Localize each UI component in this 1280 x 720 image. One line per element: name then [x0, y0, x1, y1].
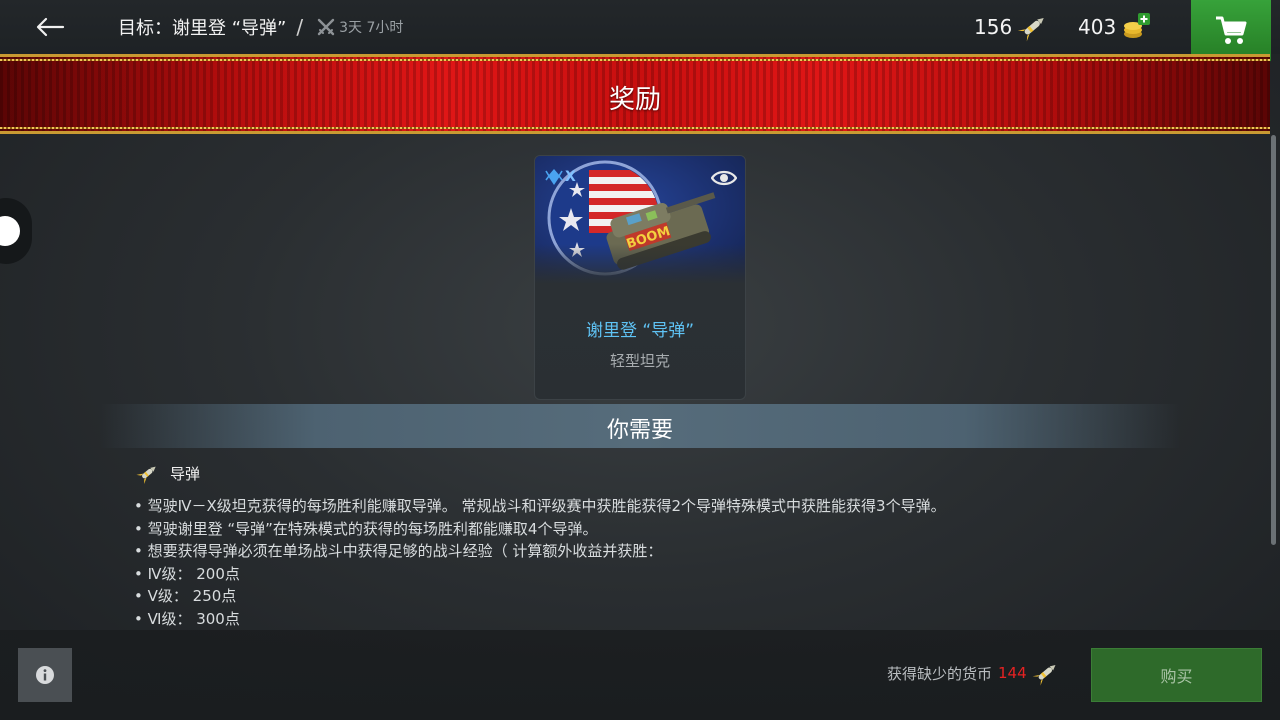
- requirements-header: 你需要: [100, 404, 1180, 448]
- handle-dot: [0, 216, 20, 246]
- requirement-line: • 想要获得导弹必须在单场战斗中获得足够的战斗经验（ 计算额外收益并获胜：: [134, 542, 663, 560]
- shopping-cart-icon: [1216, 16, 1247, 44]
- top-bar: 目标：谢里登 “导弹” / 3天 7小时 156 403: [0, 0, 1280, 54]
- missing-currency: 获得缺少的货币 144: [887, 658, 1061, 688]
- tier-badge: X: [543, 168, 576, 186]
- missile-icon: [136, 466, 156, 485]
- requirements-title: 你需要: [606, 418, 673, 443]
- reward-card[interactable]: BOOM X 谢里登 “导弹” 轻型坦克: [534, 155, 746, 400]
- requirement-item: 导弹: [136, 461, 200, 485]
- breadcrumb-separator: /: [296, 15, 304, 39]
- preview-button[interactable]: [710, 168, 738, 188]
- missiles-count: 156: [974, 15, 1013, 39]
- page-title: 奖励: [608, 85, 661, 115]
- eye-icon: [710, 170, 738, 186]
- info-icon: [36, 666, 54, 684]
- info-button[interactable]: [18, 648, 72, 702]
- rewards-banner: 奖励: [0, 54, 1270, 134]
- back-button[interactable]: [26, 10, 74, 44]
- missiles-balance[interactable]: 156: [974, 10, 1050, 44]
- goal-label: 目标：谢里登 “导弹”: [118, 18, 287, 39]
- bottom-bar: [0, 630, 1280, 720]
- crossed-swords-icon: [317, 18, 335, 36]
- buy-button[interactable]: 购买: [1091, 648, 1262, 702]
- requirement-item-label: 导弹: [170, 464, 201, 483]
- requirement-line: • 驾驶谢里登 “导弹”在特殊模式的获得的每场胜利都能赚取4个导弹。: [134, 519, 598, 538]
- requirement-line: • Ⅵ级： 300点: [134, 609, 240, 628]
- arrow-left-icon: [36, 17, 65, 37]
- gold-count: 403: [1078, 15, 1117, 39]
- missing-currency-label: 获得缺少的货币: [887, 664, 993, 683]
- breadcrumb: 目标：谢里登 “导弹” / 3天 7小时: [118, 14, 403, 40]
- missile-icon: [1032, 665, 1056, 686]
- reward-name: 谢里登 “导弹”: [585, 321, 695, 341]
- tank-art: BOOM X: [535, 156, 745, 284]
- timer-text: 3天 7小时: [339, 20, 404, 36]
- scrollbar[interactable]: [1271, 135, 1276, 545]
- requirement-line: • Ⅳ级： 200点: [134, 564, 240, 583]
- gold-coins-plus-icon: [1124, 13, 1151, 38]
- missing-currency-amount: 144: [998, 664, 1027, 682]
- requirement-line: • 驾驶Ⅳ－Ⅹ级坦克获得的每场胜利能赚取导弹。 常规战斗和评级赛中获胜能获得2个…: [134, 497, 946, 515]
- tier-diamond-icon: [545, 169, 563, 185]
- requirements-list: • 驾驶Ⅳ－Ⅹ级坦克获得的每场胜利能赚取导弹。 常规战斗和评级赛中获胜能获得2个…: [134, 495, 1134, 630]
- gold-balance[interactable]: 403: [1078, 10, 1154, 44]
- reward-type: 轻型坦克: [609, 352, 670, 370]
- side-menu-handle[interactable]: [0, 198, 32, 264]
- requirement-line: • Ⅴ级： 250点: [134, 587, 237, 605]
- event-timer: 3天 7小时: [317, 17, 403, 37]
- missile-icon: [1017, 18, 1044, 42]
- tier-label: X: [565, 169, 576, 185]
